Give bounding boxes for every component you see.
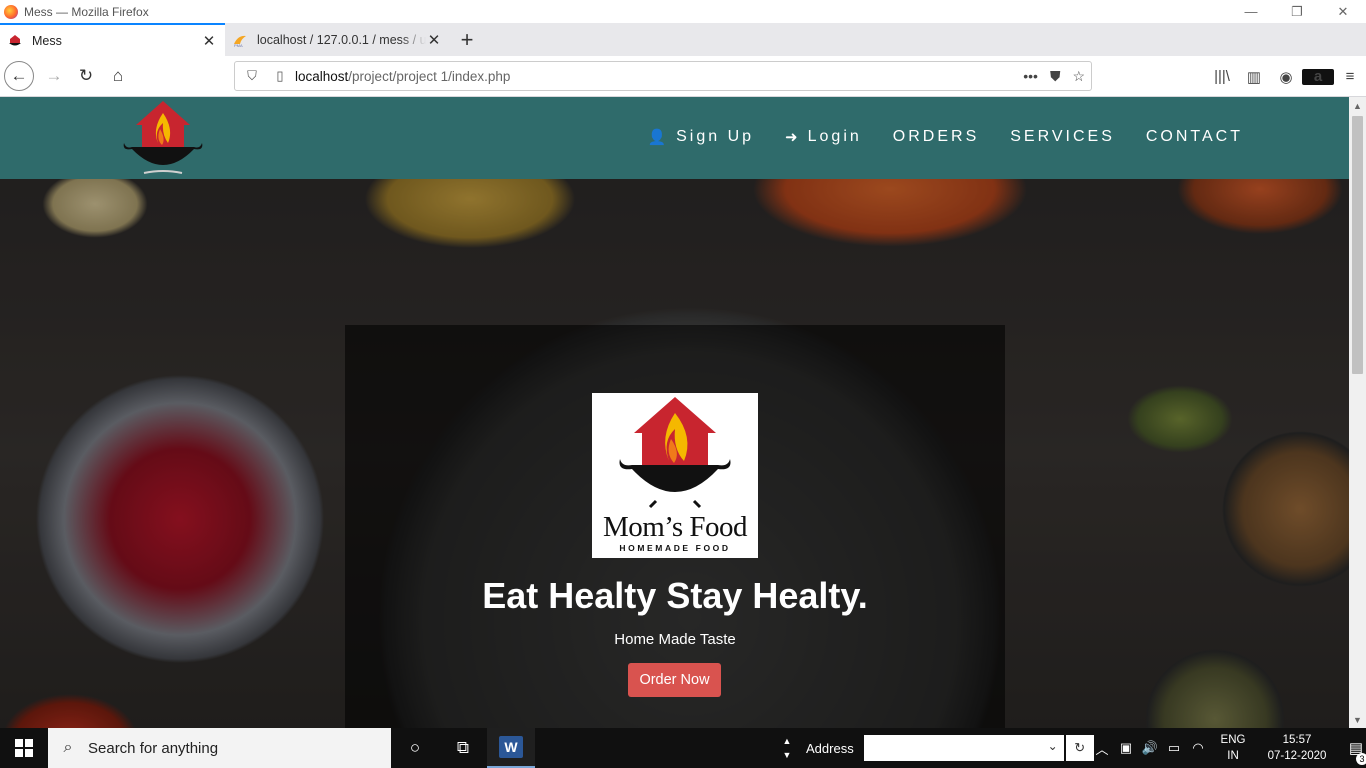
- library-icon[interactable]: |||\: [1206, 68, 1238, 85]
- clock[interactable]: 15:57 07-12-2020: [1258, 732, 1336, 764]
- scrollbar-thumb[interactable]: [1352, 116, 1363, 374]
- forward-button[interactable]: →: [38, 60, 70, 92]
- window-controls: — ❐ ✕: [1228, 0, 1366, 23]
- hero-title: Eat Healty Stay Healty.: [482, 575, 868, 616]
- page-actions-icon[interactable]: •••: [1023, 68, 1038, 84]
- tab-title: localhost / 127.0.0.1 / mess / us: [257, 32, 426, 47]
- restore-button[interactable]: ❐: [1274, 0, 1320, 23]
- shield-icon[interactable]: ⛉: [241, 68, 263, 84]
- page-scrollbar[interactable]: ▲ ▼: [1349, 97, 1366, 728]
- site-favicon-icon: [9, 34, 21, 45]
- hero-logo-text: Mom’s Food: [602, 511, 748, 543]
- firefox-icon: [4, 4, 18, 19]
- task-view-icon[interactable]: ⧉: [439, 728, 487, 768]
- minimize-button[interactable]: —: [1228, 0, 1274, 23]
- windows-taskbar: ⌕ Search for anything ○ ⧉ W ▲ ▼ Address ⌄…: [0, 728, 1366, 768]
- volume-icon[interactable]: 🔊: [1138, 740, 1162, 756]
- url-bar[interactable]: ⛉ ▯ localhost/project/project 1/index.ph…: [234, 61, 1092, 91]
- sidebar-icon[interactable]: ▥: [1238, 68, 1270, 86]
- address-input[interactable]: ⌄: [863, 735, 1064, 761]
- site-header: 👤 Sign Up ➜ Login ORDERS SERVICES CONTAC…: [0, 97, 1349, 179]
- tab-phpmyadmin[interactable]: PMA localhost / 127.0.0.1 / mess / us ✕: [225, 23, 450, 56]
- notification-center-icon[interactable]: ▤ 3: [1336, 739, 1366, 765]
- login-icon: ➜: [785, 129, 798, 146]
- meet-now-icon[interactable]: ▣: [1114, 740, 1138, 756]
- hero-subtitle: Home Made Taste: [614, 631, 736, 648]
- hamburger-menu-icon[interactable]: ≡: [1334, 68, 1366, 85]
- notification-count: 3: [1356, 753, 1366, 765]
- toolbar-right-icons: |||\ ▥ ◉ a ≡: [1206, 56, 1366, 97]
- search-icon: ⌕: [63, 739, 73, 756]
- hero-logo: Mom’s Food HOMEMADE FOOD: [592, 393, 758, 558]
- scroll-up-arrow-icon[interactable]: ▲: [1349, 97, 1366, 114]
- tab-mess[interactable]: Mess ✕: [0, 23, 225, 56]
- home-button[interactable]: ⌂: [102, 60, 134, 92]
- word-taskbar-app[interactable]: W: [487, 728, 535, 768]
- phpmyadmin-favicon-icon: PMA: [234, 35, 246, 47]
- tab-close-icon[interactable]: ✕: [426, 31, 442, 49]
- language-indicator[interactable]: ENG IN: [1216, 732, 1250, 764]
- nav-contact[interactable]: CONTACT: [1146, 128, 1243, 146]
- bookmark-star-icon[interactable]: ☆: [1072, 68, 1085, 85]
- taskbar-search-box[interactable]: ⌕ Search for anything: [48, 728, 391, 768]
- pocket-icon[interactable]: ⛊: [1050, 68, 1061, 85]
- page-viewport: 👤 Sign Up ➜ Login ORDERS SERVICES CONTAC…: [0, 97, 1349, 728]
- navigation-toolbar: ← → ↻ ⌂ ⛉ ▯ localhost/project/project 1/…: [0, 56, 1366, 97]
- system-tray: ︿ ▣ 🔊 ▭ ◠ ENG IN 15:57 07-12-2020 ▤ 3: [1090, 728, 1366, 768]
- url-host: localhost: [295, 68, 349, 84]
- reload-button[interactable]: ↻: [70, 60, 102, 92]
- hero-overlay-panel: Mom’s Food HOMEMADE FOOD Eat Healty Stay…: [345, 325, 1005, 728]
- nav-login-label: Login: [807, 128, 862, 145]
- clock-time: 15:57: [1282, 734, 1312, 746]
- hero-section: Mom’s Food HOMEMADE FOOD Eat Healty Stay…: [0, 179, 1349, 728]
- scroll-down-arrow-icon[interactable]: ▼: [1349, 711, 1366, 728]
- hero-logo-subtext: HOMEMADE FOOD: [619, 543, 731, 553]
- url-text[interactable]: localhost/project/project 1/index.php: [295, 69, 510, 84]
- tab-title: Mess: [32, 33, 62, 48]
- word-icon: W: [499, 736, 523, 758]
- toolbar-scroll-arrows-icon[interactable]: ▲ ▼: [780, 734, 794, 762]
- show-hidden-icons-chevron-icon[interactable]: ︿: [1090, 739, 1114, 758]
- url-path: /project/project 1/index.php: [348, 68, 511, 84]
- new-tab-button[interactable]: +: [450, 23, 484, 56]
- wifi-icon[interactable]: ◠: [1186, 740, 1210, 756]
- page-info-icon[interactable]: ▯: [269, 68, 291, 84]
- chevron-down-icon[interactable]: ⌄: [1048, 739, 1058, 753]
- site-logo[interactable]: [118, 99, 208, 177]
- battery-icon[interactable]: ▭: [1162, 740, 1186, 756]
- windows-logo-icon: [15, 739, 33, 757]
- nav-orders[interactable]: ORDERS: [893, 128, 979, 146]
- tab-strip: Mess ✕ PMA localhost / 127.0.0.1 / mess …: [0, 23, 1366, 56]
- start-button[interactable]: [0, 728, 48, 768]
- close-window-button[interactable]: ✕: [1320, 0, 1366, 23]
- nav-sign-up-label: Sign Up: [676, 128, 755, 145]
- window-title-bar: Mess — Mozilla Firefox — ❐ ✕: [0, 0, 1366, 23]
- amazon-extension-icon[interactable]: a: [1302, 68, 1334, 85]
- site-nav: 👤 Sign Up ➜ Login ORDERS SERVICES CONTAC…: [647, 128, 1243, 146]
- address-label: Address: [806, 740, 854, 756]
- user-icon: 👤: [647, 129, 667, 146]
- nav-services[interactable]: SERVICES: [1010, 128, 1115, 146]
- moms-food-logo-icon: [619, 397, 731, 509]
- taskbar-search-placeholder: Search for anything: [88, 739, 219, 757]
- clock-date: 07-12-2020: [1267, 750, 1327, 762]
- tab-close-icon[interactable]: ✕: [201, 32, 217, 50]
- cortana-circle-icon[interactable]: ○: [391, 728, 439, 768]
- nav-login[interactable]: ➜ Login: [785, 128, 862, 146]
- order-now-button[interactable]: Order Now: [628, 663, 721, 697]
- window-title: Mess — Mozilla Firefox: [24, 4, 149, 19]
- address-toolbar: ▲ ▼ Address ⌄ ↻: [780, 728, 1094, 768]
- nav-sign-up[interactable]: 👤 Sign Up: [647, 128, 754, 146]
- svg-text:PMA: PMA: [234, 43, 243, 47]
- back-button[interactable]: ←: [4, 61, 34, 91]
- account-icon[interactable]: ◉: [1270, 68, 1302, 86]
